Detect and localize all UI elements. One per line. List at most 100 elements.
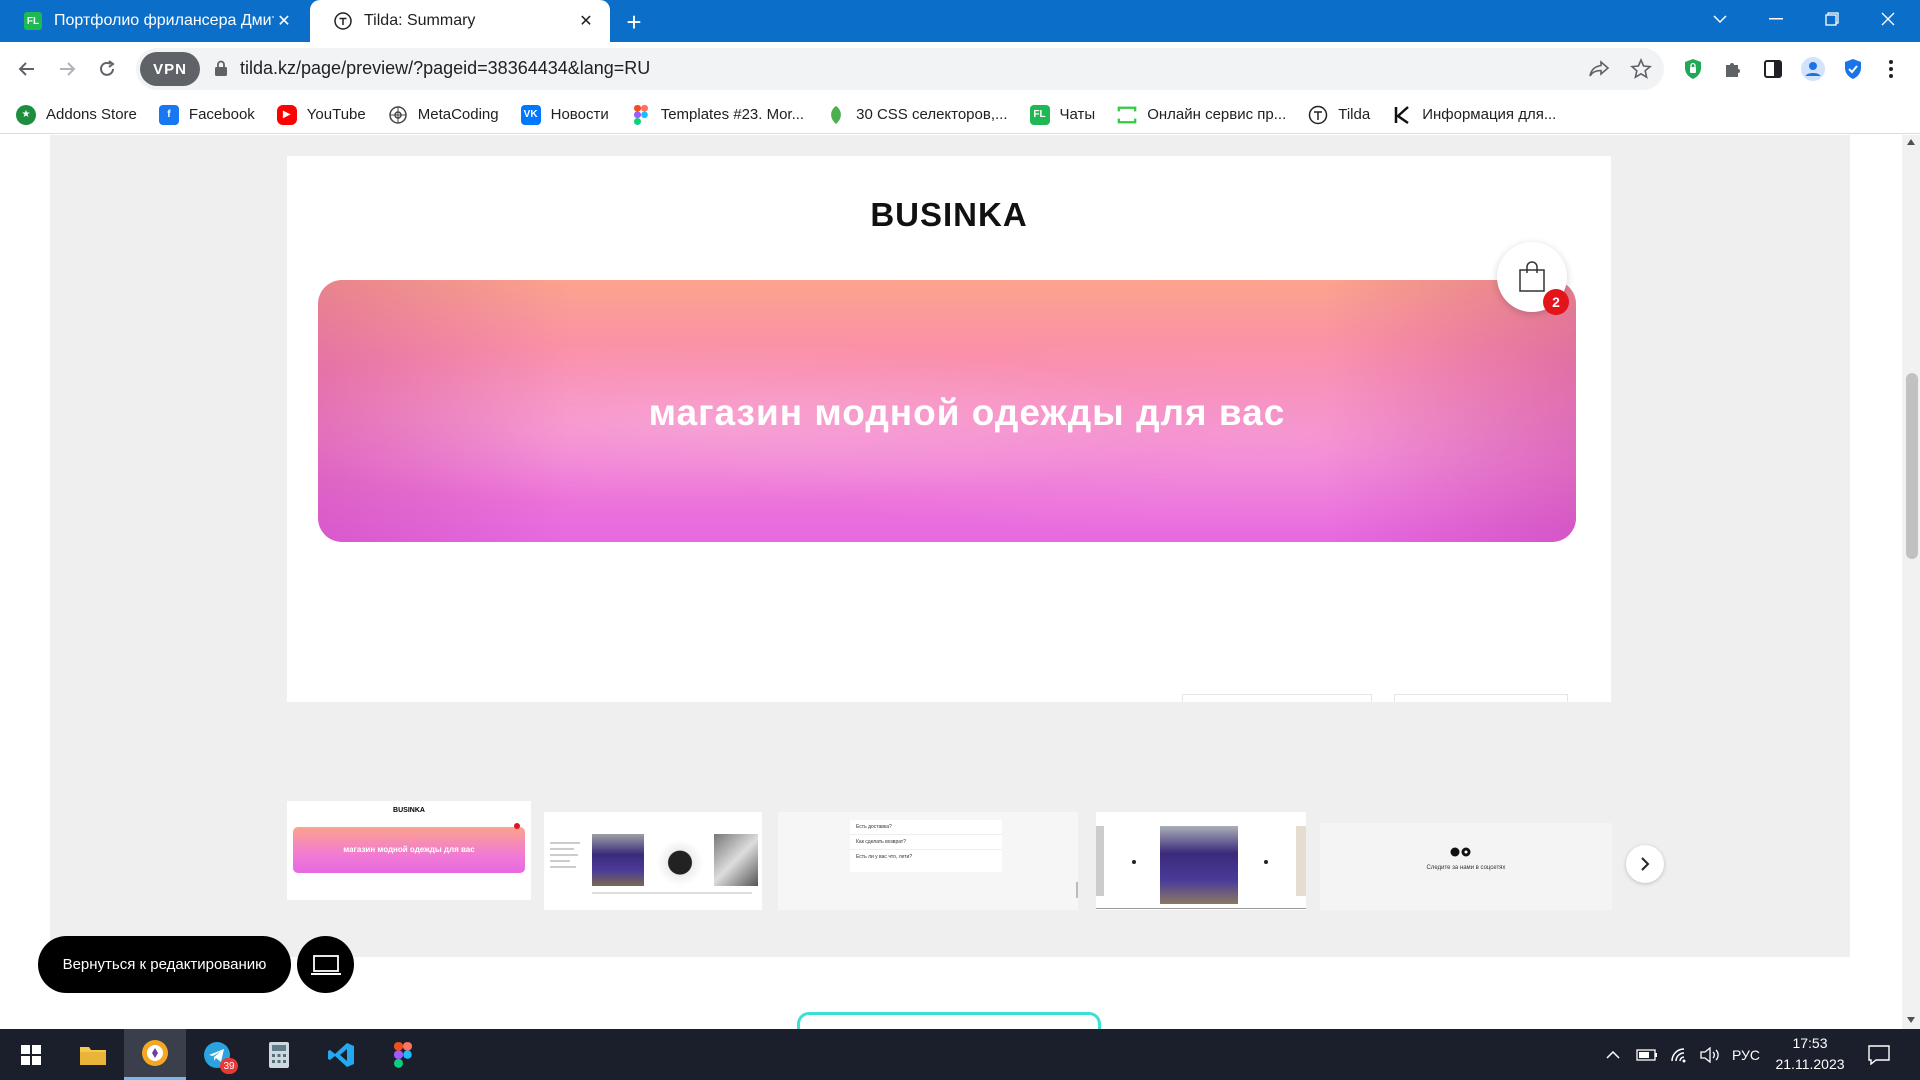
thumbnail-filter-lines — [550, 838, 586, 888]
thumbnail-faq-card: Есть доставка? Как сделать возврат? Есть… — [850, 820, 1002, 872]
bookmark-label: Информация для... — [1422, 106, 1557, 123]
calculator-icon — [269, 1041, 289, 1068]
tab-freelancer-portfolio[interactable]: FL Портфолио фрилансера Дмитр ✕ — [0, 0, 308, 42]
banner-heading: магазин модной одежды для вас — [648, 392, 1286, 433]
taskbar-file-explorer[interactable] — [62, 1029, 124, 1080]
bookmark-templates[interactable]: Templates #23. Mor... — [631, 104, 804, 125]
browser-app-icon — [142, 1040, 168, 1066]
k-icon — [1392, 105, 1412, 125]
thumbnail-brand: BUSINKA — [393, 807, 425, 814]
scroll-up-arrow-icon[interactable] — [1907, 139, 1915, 145]
bookmark-css-selectors[interactable]: 30 CSS селекторов,... — [826, 105, 1008, 125]
scrollbar-thumb[interactable] — [1906, 373, 1918, 559]
start-button[interactable] — [0, 1029, 62, 1080]
thumbnail-faq-item: Есть ли у вас что, лети? — [856, 854, 913, 860]
bookmarks-bar: ★ Addons Store f Facebook ▶ YouTube Meta… — [0, 96, 1920, 134]
minimize-button[interactable] — [1748, 0, 1804, 38]
tab-title: Портфолио фрилансера Дмитр — [54, 12, 274, 29]
bitwarden-extension-icon[interactable] — [1838, 54, 1868, 84]
close-window-button[interactable] — [1860, 0, 1916, 38]
taskbar-vscode[interactable] — [310, 1029, 372, 1080]
tray-show-hidden-icon[interactable] — [1606, 1029, 1620, 1080]
wifi-icon[interactable] — [1670, 1029, 1690, 1080]
taskbar-figma[interactable] — [372, 1029, 434, 1080]
block-thumbnail-catalog[interactable] — [544, 812, 762, 910]
taskbar-browser[interactable] — [124, 1029, 186, 1080]
adguard-extension-icon[interactable] — [1678, 54, 1708, 84]
bookmark-label: YouTube — [306, 106, 366, 123]
share-icon[interactable] — [1588, 58, 1610, 80]
block-thumbnail-social[interactable]: Следите за нами в соцсетях — [1320, 823, 1612, 910]
thumbnail-faq-item: Как сделать возврат? — [850, 835, 1002, 850]
bookmark-label: Tilda — [1338, 106, 1371, 123]
bookmark-addons-store[interactable]: ★ Addons Store — [16, 104, 137, 125]
address-bar[interactable]: VPN tilda.kz/page/preview/?pageid=383644… — [136, 48, 1664, 90]
restore-button[interactable] — [1804, 0, 1860, 38]
hero-banner: магазин модной одежды для вас — [318, 280, 1576, 542]
volume-icon[interactable] — [1700, 1029, 1722, 1080]
page-viewport: BUSINKA магазин модной одежды для вас 2 … — [0, 135, 1920, 1029]
addons-store-icon: ★ — [16, 104, 36, 125]
clock-time: 17:53 — [1792, 1035, 1828, 1051]
back-button[interactable] — [10, 52, 44, 86]
bookmark-chats[interactable]: FL Чаты — [1029, 104, 1095, 125]
tab-search-button[interactable] — [1692, 0, 1748, 38]
page-scrollbar[interactable] — [1902, 135, 1920, 1029]
reload-button[interactable] — [90, 52, 124, 86]
bookmark-novosti[interactable]: VK Новости — [520, 104, 609, 125]
page-preview: BUSINKA магазин модной одежды для вас 2 — [287, 156, 1611, 702]
bookmark-online-service[interactable]: Онлайн сервис пр... — [1117, 105, 1286, 125]
bookmark-label: 30 CSS селекторов,... — [856, 106, 1008, 123]
block-thumbnail-faq[interactable]: Есть доставка? Как сделать возврат? Есть… — [778, 812, 1078, 910]
faint-divider — [1182, 694, 1372, 702]
bookmark-tilda[interactable]: Tilda — [1308, 105, 1370, 125]
side-panel-icon[interactable] — [1758, 54, 1788, 84]
taskbar-telegram[interactable]: 39 — [186, 1029, 248, 1080]
lock-icon[interactable] — [214, 60, 228, 77]
cart-count-badge: 2 — [1543, 289, 1569, 315]
facebook-icon: f — [158, 104, 179, 125]
fl-favicon-icon: FL — [24, 12, 42, 30]
brand-logo-text: BUSINKA — [870, 196, 1028, 233]
carousel-next-button[interactable] — [1626, 845, 1664, 883]
thumbnail-edge — [1296, 826, 1306, 896]
taskbar-clock[interactable]: 17:53 21.11.2023 — [1770, 1033, 1850, 1077]
faint-divider — [1394, 694, 1568, 702]
notifications-icon[interactable] — [1868, 1029, 1890, 1080]
telegram-unread-badge: 39 — [220, 1058, 238, 1074]
metacoding-icon — [388, 105, 408, 125]
bookmark-star-icon[interactable] — [1630, 58, 1652, 80]
input-language-indicator[interactable]: РУС — [1732, 1029, 1760, 1080]
forward-button[interactable] — [50, 52, 84, 86]
bookmark-youtube[interactable]: ▶ YouTube — [276, 104, 366, 125]
taskbar-calculator[interactable] — [248, 1029, 310, 1080]
device-preview-button[interactable] — [297, 936, 354, 993]
bookmark-label: Addons Store — [46, 106, 137, 123]
thumbnail-prev-dot — [1132, 860, 1136, 864]
back-to-editing-button[interactable]: Вернуться к редактированию — [38, 936, 291, 993]
title-bar: FL Портфолио фрилансера Дмитр ✕ Tilda: S… — [0, 0, 1920, 42]
block-thumbnail-gallery[interactable] — [1096, 812, 1306, 910]
tab-tilda-summary[interactable]: Tilda: Summary ✕ — [310, 0, 610, 42]
scroll-down-arrow-icon[interactable] — [1907, 1017, 1915, 1023]
new-tab-button[interactable]: + — [618, 6, 650, 38]
vpn-button[interactable]: VPN — [140, 52, 200, 86]
close-tab-icon[interactable]: ✕ — [274, 11, 294, 31]
close-tab-icon[interactable]: ✕ — [576, 11, 596, 31]
bookmark-metacoding[interactable]: MetaCoding — [388, 105, 499, 125]
thumbnail-gallery-image — [1160, 826, 1238, 904]
thumbnail-cart-dot — [514, 823, 520, 829]
block-thumbnail-header[interactable]: BUSINKA магазин модной одежды для вас — [287, 801, 531, 900]
browser-menu-icon[interactable] — [1876, 54, 1906, 84]
profile-avatar-icon[interactable] — [1798, 54, 1828, 84]
figma-icon — [631, 104, 651, 125]
thumbnail-product-image — [592, 834, 644, 886]
bookmark-facebook[interactable]: f Facebook — [158, 104, 255, 125]
extensions-puzzle-icon[interactable] — [1718, 54, 1748, 84]
battery-icon[interactable] — [1636, 1029, 1658, 1080]
bookmark-info[interactable]: Информация для... — [1392, 105, 1556, 125]
leaf-icon — [826, 105, 846, 125]
shopping-bag-icon — [1519, 261, 1545, 292]
url-text[interactable]: tilda.kz/page/preview/?pageid=38364434&l… — [240, 58, 650, 79]
thumbnail-edge — [1096, 826, 1104, 896]
